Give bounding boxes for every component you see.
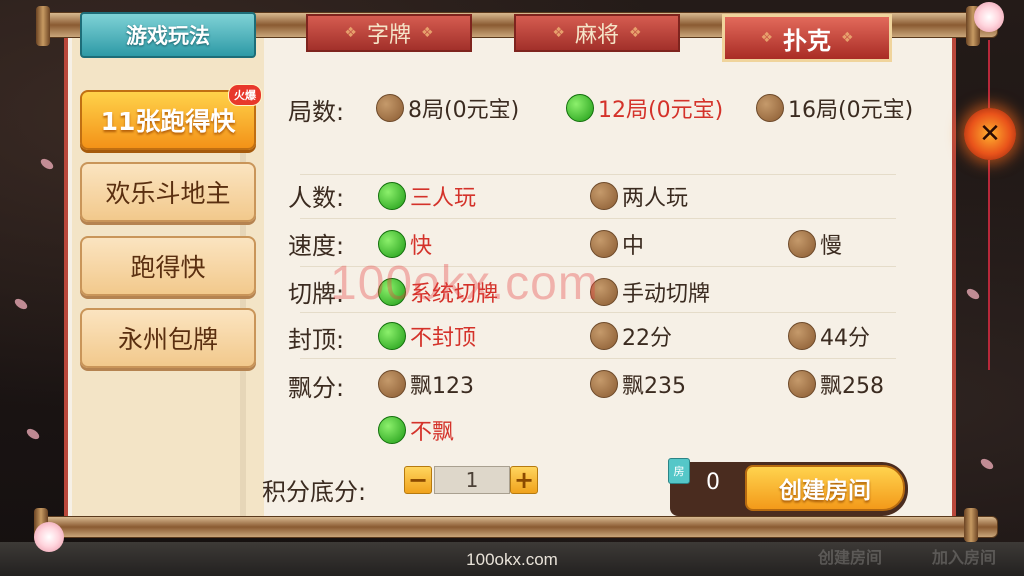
close-button[interactable]: ✕ xyxy=(964,108,1016,160)
players-label: 人数: xyxy=(288,184,345,212)
cap-label: 封顶: xyxy=(288,326,345,354)
game-btn-paodekuai[interactable]: 跑得快 xyxy=(80,236,256,296)
footer-text: 100okx.com xyxy=(466,550,558,569)
watermark-text: 100okx.com xyxy=(330,257,599,310)
game-btn-11-paodekuai[interactable]: 11张跑得快 火爆 xyxy=(80,84,262,150)
flower-decoration xyxy=(974,2,1004,32)
float-option-none[interactable]: 不飘 xyxy=(378,414,454,446)
players-option-three[interactable]: 三人玩 xyxy=(378,180,476,212)
rod-cap-right xyxy=(964,508,978,542)
option-label: 飘123 xyxy=(410,374,474,399)
tab-zipai[interactable]: ❖ 字牌 ❖ xyxy=(306,14,472,52)
option-label: 中 xyxy=(622,234,645,259)
tab-puke[interactable]: ❖ 扑克 ❖ xyxy=(722,14,892,62)
tassel-string xyxy=(988,40,990,110)
rounds-option-12[interactable]: 12局(0元宝) xyxy=(566,92,723,124)
game-btn-label: 11张跑得快 xyxy=(100,107,236,136)
radio-dot-icon xyxy=(788,230,816,258)
divider xyxy=(300,174,896,175)
option-label: 飘258 xyxy=(820,374,884,399)
tab-majiang-label: 麻将 xyxy=(574,23,619,48)
float-label: 飘分: xyxy=(288,374,345,402)
ornament-icon: ❖ xyxy=(629,25,642,41)
speed-option-slow[interactable]: 慢 xyxy=(788,228,842,260)
ornament-icon: ❖ xyxy=(344,25,357,41)
cut-option-manual[interactable]: 手动切牌 xyxy=(590,276,710,308)
divider xyxy=(300,218,896,219)
players-option-two[interactable]: 两人玩 xyxy=(590,180,688,212)
radio-dot-icon xyxy=(788,322,816,350)
game-btn-label: 跑得快 xyxy=(130,253,206,282)
minus-button[interactable]: − xyxy=(404,466,432,494)
divider xyxy=(300,312,896,313)
rod-cap-left xyxy=(36,6,50,46)
tab-zipai-label: 字牌 xyxy=(366,23,411,48)
radio-dot-selected-icon xyxy=(378,416,406,444)
radio-dot-icon xyxy=(590,182,618,210)
radio-dot-icon xyxy=(590,230,618,258)
option-label: 44分 xyxy=(820,326,870,351)
room-card-icon: 房 xyxy=(668,458,690,484)
cap-option-none[interactable]: 不封顶 xyxy=(378,320,476,352)
scroll-rod-bottom xyxy=(40,516,998,538)
radio-dot-icon xyxy=(756,94,784,122)
radio-dot-selected-icon xyxy=(566,94,594,122)
radio-dot-selected-icon xyxy=(378,182,406,210)
option-label: 不飘 xyxy=(410,420,455,445)
option-label: 12局(0元宝) xyxy=(598,98,724,123)
option-label: 8局(0元宝) xyxy=(408,98,520,123)
option-label: 飘235 xyxy=(622,374,686,399)
game-btn-label: 永州包牌 xyxy=(117,325,218,354)
rounds-label: 局数: xyxy=(288,98,345,126)
tab-game-rules[interactable]: 游戏玩法 xyxy=(80,12,256,58)
option-label: 16局(0元宝) xyxy=(788,98,914,123)
option-label: 慢 xyxy=(820,234,843,259)
tab-puke-label: 扑克 xyxy=(783,26,831,55)
game-btn-yongzhou-baopai[interactable]: 永州包牌 xyxy=(80,308,256,368)
close-icon: ✕ xyxy=(979,119,1001,149)
option-label: 22分 xyxy=(622,326,672,351)
rounds-option-16[interactable]: 16局(0元宝) xyxy=(756,92,913,124)
ornament-icon: ❖ xyxy=(760,30,773,46)
hot-badge: 火爆 xyxy=(228,84,262,106)
radio-dot-icon xyxy=(788,370,816,398)
option-label: 两人玩 xyxy=(622,186,689,211)
radio-dot-icon xyxy=(378,370,406,398)
radio-dot-selected-icon xyxy=(378,230,406,258)
create-room-button[interactable]: 创建房间 xyxy=(745,465,905,511)
ornament-icon: ❖ xyxy=(841,30,854,46)
rounds-option-8[interactable]: 8局(0元宝) xyxy=(376,92,519,124)
game-btn-doudizhu[interactable]: 欢乐斗地主 xyxy=(80,162,256,222)
base-score-value: 1 xyxy=(434,466,510,494)
tassel-string xyxy=(988,160,990,370)
ornament-icon: ❖ xyxy=(421,25,434,41)
cap-option-44[interactable]: 44分 xyxy=(788,320,870,352)
float-option-123[interactable]: 飘123 xyxy=(378,368,474,400)
float-option-258[interactable]: 飘258 xyxy=(788,368,884,400)
room-card-count: 0 xyxy=(706,470,720,495)
radio-dot-icon xyxy=(590,370,618,398)
option-label: 手动切牌 xyxy=(622,282,711,307)
divider xyxy=(300,358,896,359)
flower-decoration xyxy=(34,522,64,552)
radio-dot-icon xyxy=(590,322,618,350)
option-label: 不封顶 xyxy=(410,326,477,351)
game-btn-label: 欢乐斗地主 xyxy=(105,179,231,208)
radio-dot-selected-icon xyxy=(378,322,406,350)
radio-dot-icon xyxy=(376,94,404,122)
ornament-icon: ❖ xyxy=(552,25,565,41)
float-option-235[interactable]: 飘235 xyxy=(590,368,686,400)
plus-button[interactable]: + xyxy=(510,466,538,494)
cap-option-22[interactable]: 22分 xyxy=(590,320,672,352)
base-score-label: 积分底分: xyxy=(262,478,367,506)
option-label: 三人玩 xyxy=(410,186,477,211)
tab-majiang[interactable]: ❖ 麻将 ❖ xyxy=(514,14,680,52)
